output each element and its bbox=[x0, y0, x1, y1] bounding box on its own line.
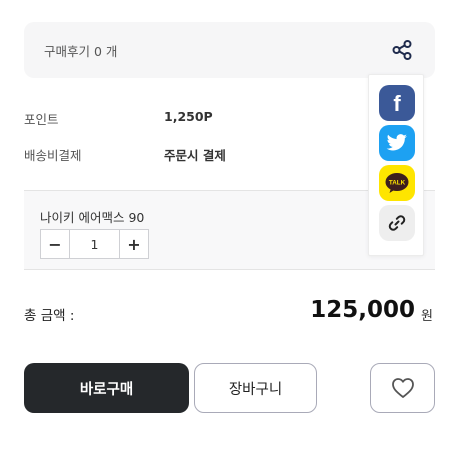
buy-now-button[interactable]: 바로구매 bbox=[24, 363, 189, 413]
increase-quantity-button[interactable]: + bbox=[119, 230, 148, 258]
shipping-label: 배송비결제 bbox=[24, 148, 82, 163]
points-label: 포인트 bbox=[24, 112, 59, 127]
divider-bottom bbox=[24, 269, 435, 270]
share-icon bbox=[392, 40, 412, 60]
points-value: 1,250P bbox=[164, 109, 213, 124]
decrease-quantity-button[interactable]: − bbox=[41, 230, 70, 258]
share-popup: f TALK bbox=[368, 74, 424, 256]
twitter-icon bbox=[386, 134, 407, 151]
shipping-value: 주문시 결제 bbox=[164, 148, 226, 163]
kakaotalk-label: TALK bbox=[389, 179, 406, 186]
review-count-text: 구매후기 0 개 bbox=[44, 44, 118, 59]
total-label: 총 금액 : bbox=[24, 308, 75, 324]
add-to-cart-button[interactable]: 장바구니 bbox=[194, 363, 317, 413]
facebook-icon: f bbox=[393, 91, 401, 116]
quantity-stepper: − 1 + bbox=[40, 229, 149, 259]
option-name: 나이키 에어맥스 90 bbox=[40, 210, 145, 225]
total-unit: 원 bbox=[421, 309, 433, 324]
share-facebook-button[interactable]: f bbox=[379, 85, 415, 121]
copy-link-button[interactable] bbox=[379, 205, 415, 241]
quantity-value[interactable]: 1 bbox=[70, 230, 119, 258]
wishlist-button[interactable] bbox=[370, 363, 435, 413]
heart-icon bbox=[391, 378, 414, 398]
share-button[interactable] bbox=[390, 38, 414, 62]
link-icon bbox=[388, 215, 406, 231]
review-bar: 구매후기 0 개 bbox=[24, 22, 435, 78]
share-twitter-button[interactable] bbox=[379, 125, 415, 161]
total-amount: 125,000 bbox=[310, 297, 415, 323]
share-kakaotalk-button[interactable]: TALK bbox=[379, 165, 415, 201]
kakaotalk-icon: TALK bbox=[385, 173, 409, 193]
